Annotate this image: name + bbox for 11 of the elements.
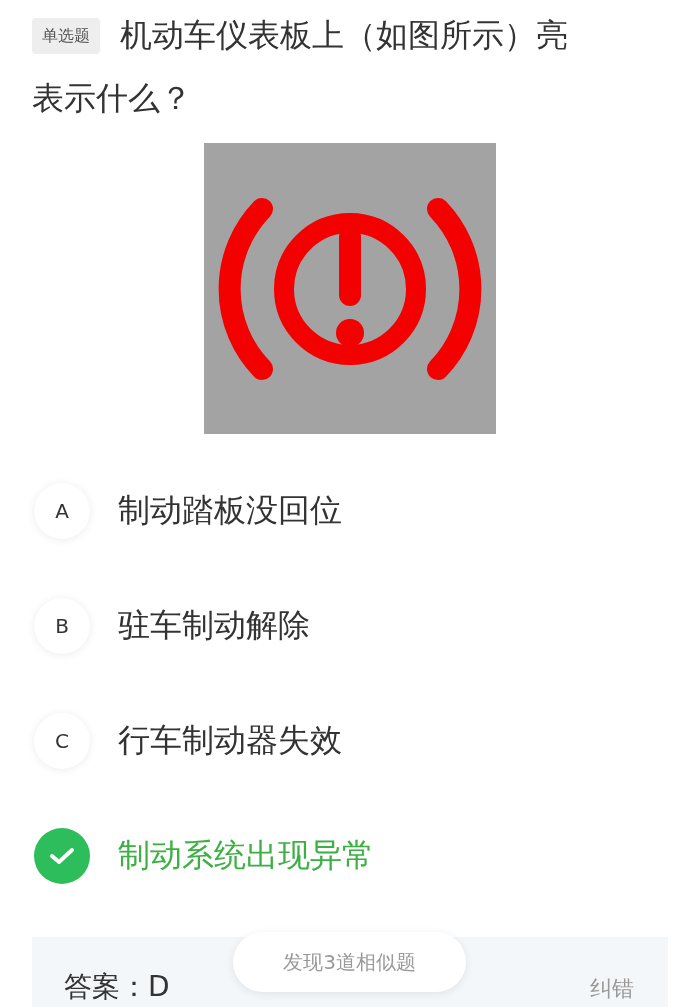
option-letter[interactable]: A [34,482,90,539]
option-letter[interactable]: C [34,712,90,769]
answer-text: 答案：D [64,972,170,1002]
question-text: 表示什么？ [32,78,192,119]
question-text: 机动车仪表板上（如图所示）亮 [120,15,568,56]
option-text[interactable]: 制动踏板没回位 [118,488,342,533]
option-text[interactable]: 行车制动器失效 [118,718,342,763]
question-type-tag: 单选题 [32,17,100,54]
option-letter[interactable]: B [34,597,90,654]
brake-warning-icon [218,198,482,380]
option-text[interactable]: 驻车制动解除 [118,603,310,648]
